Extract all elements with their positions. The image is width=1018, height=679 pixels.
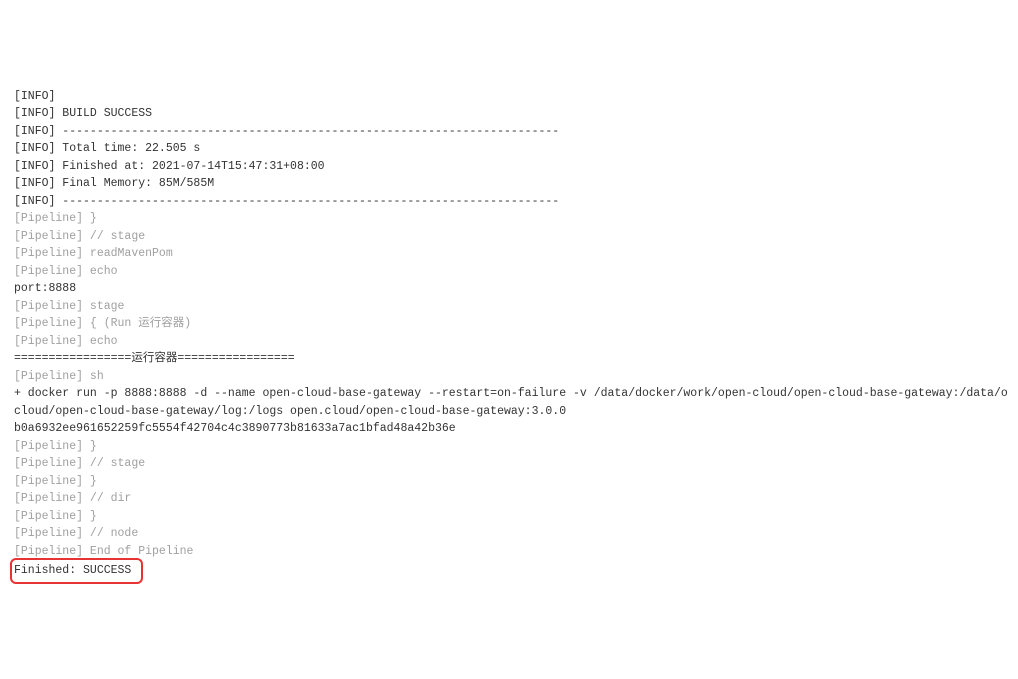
console-line: [INFO] ---------------------------------… [14,123,1018,141]
console-line: [Pipeline] } [14,438,1018,456]
console-output: [INFO] [INFO] BUILD SUCCESS[INFO] ------… [0,70,1018,592]
console-line: [Pipeline] } [14,210,1018,228]
console-line: [Pipeline] echo [14,333,1018,351]
console-line: [Pipeline] stage [14,298,1018,316]
console-line: [Pipeline] // stage [14,228,1018,246]
console-line: [Pipeline] // stage [14,455,1018,473]
console-line: [INFO] Final Memory: 85M/585M [14,175,1018,193]
console-line: [INFO] [14,88,1018,106]
console-line: [Pipeline] readMavenPom [14,245,1018,263]
console-line: [INFO] BUILD SUCCESS [14,105,1018,123]
console-line: port:8888 [14,280,1018,298]
console-line: [Pipeline] sh [14,368,1018,386]
console-line: [Pipeline] // dir [14,490,1018,508]
console-line: [Pipeline] { (Run 运行容器) [14,315,1018,333]
finished-line: Finished: SUCCESS [14,560,1018,584]
console-line: [Pipeline] echo [14,263,1018,281]
finished-highlight: Finished: SUCCESS [10,558,143,584]
console-line: [Pipeline] } [14,473,1018,491]
console-line: [Pipeline] // node [14,525,1018,543]
console-line: [Pipeline] } [14,508,1018,526]
console-line: [INFO] Finished at: 2021-07-14T15:47:31+… [14,158,1018,176]
console-line: [INFO] Total time: 22.505 s [14,140,1018,158]
console-line: cloud/open-cloud-base-gateway/log:/logs … [14,403,1018,421]
console-line: + docker run -p 8888:8888 -d --name open… [14,385,1018,403]
console-line: =================运行容器================= [14,350,1018,368]
console-line: [INFO] ---------------------------------… [14,193,1018,211]
console-line: b0a6932ee961652259fc5554f42704c4c3890773… [14,420,1018,438]
console-line: [Pipeline] End of Pipeline [14,543,1018,561]
